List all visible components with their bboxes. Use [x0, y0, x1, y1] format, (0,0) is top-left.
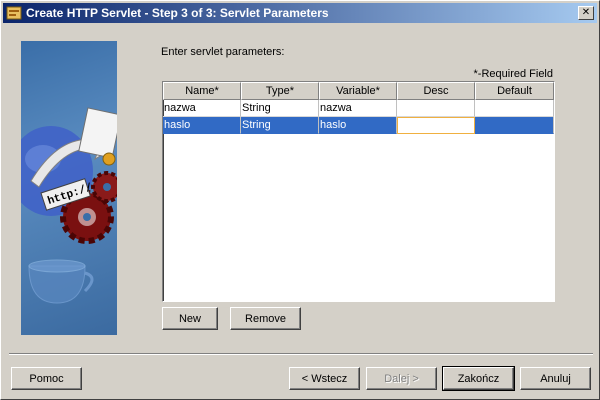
- app-icon: [6, 6, 22, 20]
- column-header-type[interactable]: Type*: [241, 82, 319, 100]
- table-cell-variable[interactable]: haslo: [319, 117, 397, 134]
- servlet-gear-illustration: http://: [21, 107, 117, 304]
- table-cell-name[interactable]: haslo: [163, 117, 241, 134]
- table-cell-type[interactable]: String: [241, 117, 319, 134]
- new-button[interactable]: New: [162, 307, 218, 330]
- footer-separator: [9, 353, 593, 355]
- table-cell-name[interactable]: nazwa: [163, 100, 241, 117]
- column-header-name[interactable]: Name*: [163, 82, 241, 100]
- table-cell-default[interactable]: [475, 100, 554, 117]
- parameters-table[interactable]: Name* Type* Variable* Desc Default nazwa…: [162, 81, 555, 302]
- column-header-desc[interactable]: Desc: [397, 82, 475, 100]
- remove-button[interactable]: Remove: [230, 307, 301, 330]
- table-cell-type[interactable]: String: [241, 100, 319, 117]
- window-title: Create HTTP Servlet - Step 3 of 3: Servl…: [26, 6, 329, 20]
- finish-button[interactable]: Zakończ: [442, 366, 515, 391]
- table-cell-desc[interactable]: [397, 100, 475, 117]
- next-button[interactable]: Dalej >: [366, 367, 437, 390]
- title-bar: Create HTTP Servlet - Step 3 of 3: Servl…: [3, 3, 597, 23]
- column-header-default[interactable]: Default: [475, 82, 554, 100]
- table-cell-default[interactable]: [475, 117, 554, 134]
- cancel-button[interactable]: Anuluj: [520, 367, 591, 390]
- wizard-dialog: Create HTTP Servlet - Step 3 of 3: Servl…: [0, 0, 600, 400]
- required-field-note: *-Required Field: [473, 68, 553, 80]
- back-button[interactable]: < Wstecz: [289, 367, 360, 390]
- wizard-illustration: http://: [21, 41, 117, 335]
- close-icon: ✕: [581, 7, 591, 18]
- table-cell-desc-editing[interactable]: [397, 117, 475, 134]
- table-cell-variable[interactable]: nazwa: [319, 100, 397, 117]
- close-button[interactable]: ✕: [578, 6, 594, 20]
- help-button[interactable]: Pomoc: [11, 367, 82, 390]
- column-header-variable[interactable]: Variable*: [319, 82, 397, 100]
- document-shape: [78, 107, 117, 159]
- table-row-selected[interactable]: haslo String haslo: [163, 117, 554, 134]
- instructions-label: Enter servlet parameters:: [161, 46, 285, 58]
- table-header: Name* Type* Variable* Desc Default: [163, 82, 554, 100]
- table-row[interactable]: nazwa String nazwa: [163, 100, 554, 117]
